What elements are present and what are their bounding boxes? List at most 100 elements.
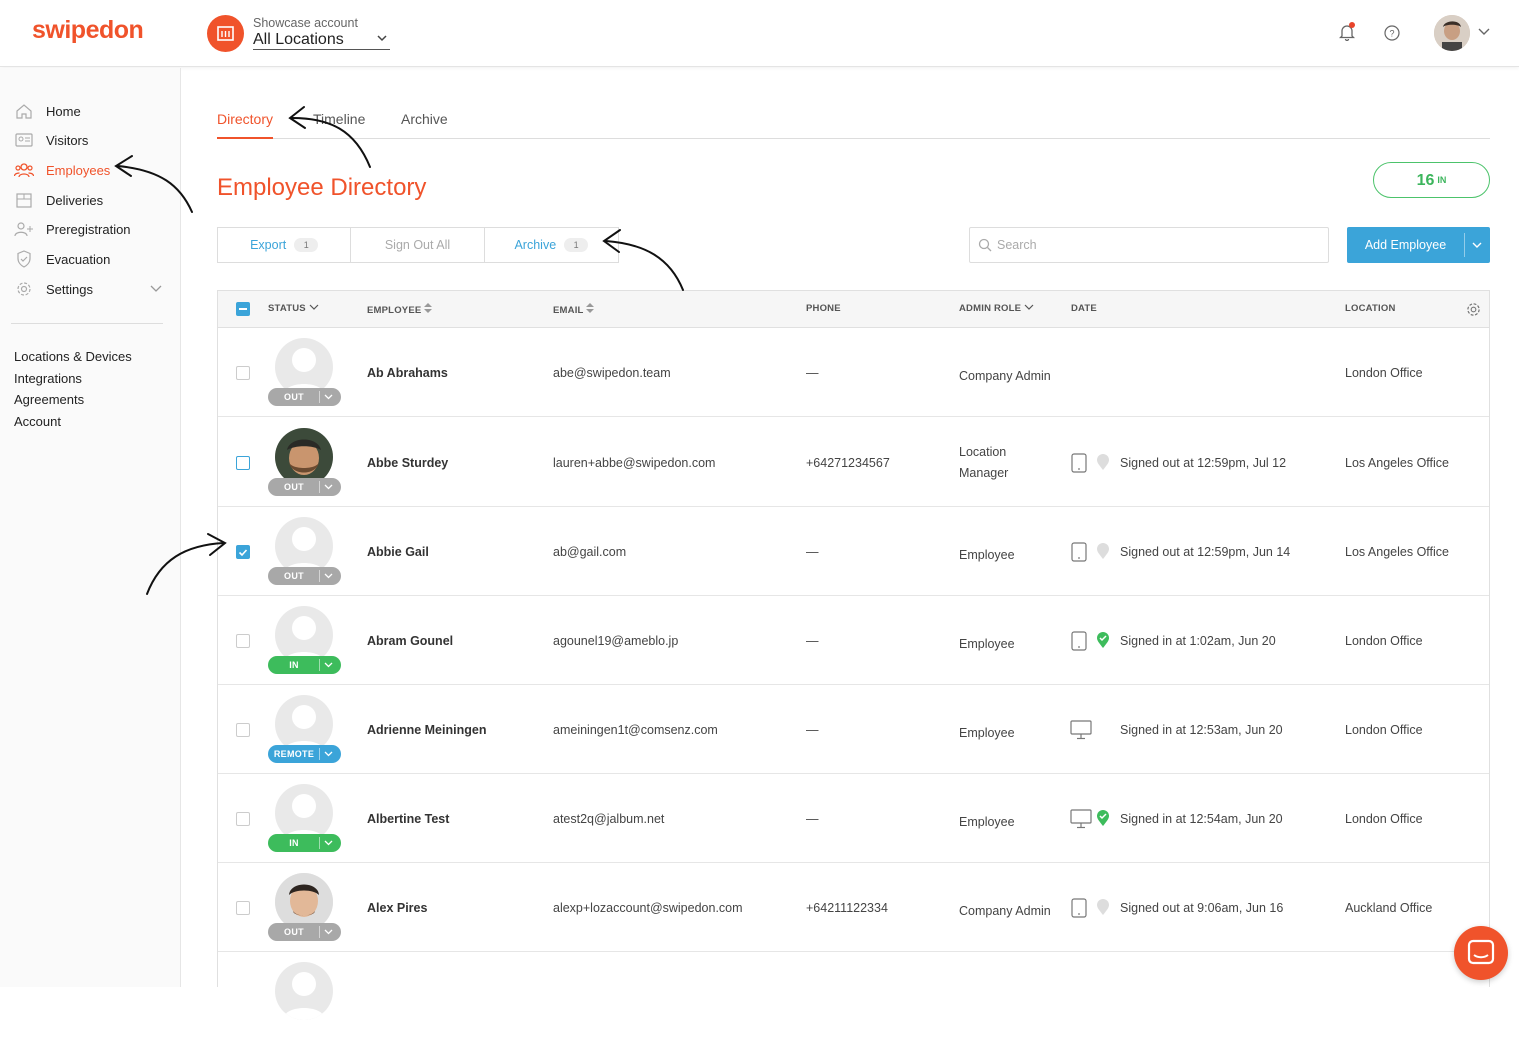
- table-row[interactable]: REMOTE Adrienne Meiningen ameiningen1t@c…: [218, 685, 1489, 774]
- employee-location: London Office: [1345, 723, 1423, 737]
- search-input[interactable]: Search: [969, 227, 1329, 263]
- tab-directory[interactable]: Directory: [217, 111, 274, 139]
- location-pin-icon: [1097, 454, 1109, 470]
- select-all-checkbox[interactable]: [236, 302, 250, 316]
- gear-icon: [14, 279, 34, 299]
- employee-email: lauren+abbe@swipedon.com: [553, 456, 716, 470]
- sidebar-link-locations-devices[interactable]: Locations & Devices: [14, 349, 132, 364]
- sidebar-item-employees[interactable]: Employees: [14, 159, 110, 181]
- home-icon: [14, 101, 34, 121]
- location-pin-icon: [1097, 899, 1109, 915]
- column-admin-role[interactable]: ADMIN ROLE: [959, 303, 1034, 314]
- search-icon: [978, 238, 992, 252]
- add-employee-label: Add Employee: [1364, 238, 1447, 252]
- column-employee[interactable]: EMPLOYEE: [367, 303, 433, 316]
- archive-label: Archive: [514, 238, 557, 252]
- row-checkbox[interactable]: [236, 456, 250, 470]
- status-badge[interactable]: IN: [268, 656, 341, 674]
- status-badge-label: OUT: [284, 392, 304, 402]
- chevron-down-icon[interactable]: [324, 661, 333, 669]
- chevron-down-icon[interactable]: [1470, 238, 1484, 252]
- chat-launcher-button[interactable]: [1454, 926, 1508, 980]
- employee-role: Company Admin: [959, 904, 1051, 918]
- sidebar-item-label: Deliveries: [46, 192, 104, 208]
- employee-phone: —: [806, 545, 819, 559]
- employee-name[interactable]: Adrienne Meiningen: [367, 723, 486, 737]
- status-badge[interactable]: OUT: [268, 567, 341, 585]
- tab-timeline[interactable]: Timeline: [313, 111, 365, 127]
- sidebar-item-evacuation[interactable]: Evacuation: [14, 248, 110, 270]
- status-divider: [319, 926, 320, 938]
- status-badge[interactable]: REMOTE: [268, 745, 341, 763]
- help-icon[interactable]: ?: [1384, 25, 1400, 41]
- employee-role: Employee: [959, 815, 1015, 829]
- employee-name[interactable]: Ab Abrahams: [367, 366, 448, 380]
- archive-button[interactable]: Archive 1: [485, 228, 618, 262]
- table-row[interactable]: OUT Ab Abrahams abe@swipedon.team — Comp…: [218, 328, 1489, 417]
- row-checkbox[interactable]: [236, 901, 250, 915]
- chevron-down-icon[interactable]: [324, 839, 333, 847]
- sidebar-link-integrations[interactable]: Integrations: [14, 371, 82, 386]
- in-count-badge[interactable]: 16 IN: [1373, 162, 1490, 198]
- export-button[interactable]: Export 1: [218, 228, 352, 262]
- sidebar-link-agreements[interactable]: Agreements: [14, 392, 84, 407]
- table-row[interactable]: IN Abram Gounel agounel19@ameblo.jp — Em…: [218, 596, 1489, 685]
- package-icon: [14, 190, 34, 210]
- check-icon: [238, 549, 248, 557]
- status-badge-label: OUT: [284, 927, 304, 937]
- chevron-down-icon[interactable]: [1478, 27, 1490, 37]
- chevron-down-icon[interactable]: [324, 483, 333, 491]
- sidebar: Home Visitors Employees Deliveries Prere…: [0, 68, 181, 987]
- employee-name[interactable]: Albertine Test: [367, 812, 449, 826]
- column-admin-role-label: ADMIN ROLE: [959, 303, 1022, 314]
- employee-date: Signed out at 12:59pm, Jun 14: [1120, 545, 1291, 559]
- sidebar-item-preregistration[interactable]: Preregistration: [14, 218, 131, 240]
- chevron-down-icon[interactable]: [324, 572, 333, 580]
- location-selector[interactable]: All Locations: [253, 31, 390, 50]
- column-status[interactable]: STATUS: [268, 303, 319, 314]
- chevron-down-icon[interactable]: [324, 393, 333, 401]
- chevron-down-icon[interactable]: [324, 750, 333, 758]
- sidebar-item-visitors[interactable]: Visitors: [14, 129, 88, 151]
- employee-location: London Office: [1345, 812, 1423, 826]
- swipedon-logo[interactable]: swipedon: [32, 16, 144, 45]
- sidebar-link-account[interactable]: Account: [14, 414, 61, 429]
- column-employee-label: EMPLOYEE: [367, 305, 422, 316]
- table-row[interactable]: IN Albertine Test atest2q@jalbum.net — E…: [218, 774, 1489, 863]
- tablet-icon: [1071, 631, 1087, 651]
- sidebar-item-home[interactable]: Home: [14, 100, 81, 122]
- employee-location: Los Angeles Office: [1345, 545, 1450, 559]
- row-checkbox[interactable]: [236, 366, 250, 380]
- user-avatar[interactable]: [1434, 15, 1470, 51]
- chat-icon: [1467, 939, 1495, 965]
- sort-icon: [586, 303, 595, 313]
- row-checkbox[interactable]: [236, 634, 250, 648]
- employee-name[interactable]: Abram Gounel: [367, 634, 453, 648]
- export-count-badge: 1: [294, 238, 319, 252]
- status-badge[interactable]: OUT: [268, 388, 341, 406]
- row-checkbox[interactable]: [236, 723, 250, 737]
- status-badge[interactable]: IN: [268, 834, 341, 852]
- employee-name[interactable]: Abbe Sturdey: [367, 456, 448, 470]
- id-card-icon: [14, 130, 34, 150]
- column-email[interactable]: EMAIL: [553, 303, 595, 316]
- row-checkbox[interactable]: [236, 812, 250, 826]
- sidebar-item-deliveries[interactable]: Deliveries: [14, 189, 103, 211]
- employee-role: Employee: [959, 637, 1015, 651]
- sidebar-item-settings[interactable]: Settings: [14, 278, 164, 300]
- table-row[interactable]: OUT Alex Pires alexp+lozaccount@swipedon…: [218, 863, 1489, 952]
- employee-name[interactable]: Abbie Gail: [367, 545, 429, 559]
- employee-name[interactable]: Alex Pires: [367, 901, 427, 915]
- status-badge[interactable]: OUT: [268, 923, 341, 941]
- chevron-down-icon[interactable]: [324, 928, 333, 936]
- table-row[interactable]: OUT Abbie Gail ab@gail.com — Employee Si…: [218, 507, 1489, 596]
- tab-archive[interactable]: Archive: [401, 111, 448, 127]
- gear-icon[interactable]: [1466, 302, 1481, 317]
- table-row[interactable]: [218, 952, 1489, 1041]
- status-badge[interactable]: OUT: [268, 478, 341, 496]
- add-employee-button[interactable]: Add Employee: [1347, 227, 1490, 263]
- row-checkbox[interactable]: [236, 545, 250, 559]
- sign-out-all-button[interactable]: Sign Out All: [351, 228, 485, 262]
- table-row[interactable]: OUT Abbe Sturdey lauren+abbe@swipedon.co…: [218, 418, 1489, 507]
- desktop-icon: [1070, 720, 1092, 740]
